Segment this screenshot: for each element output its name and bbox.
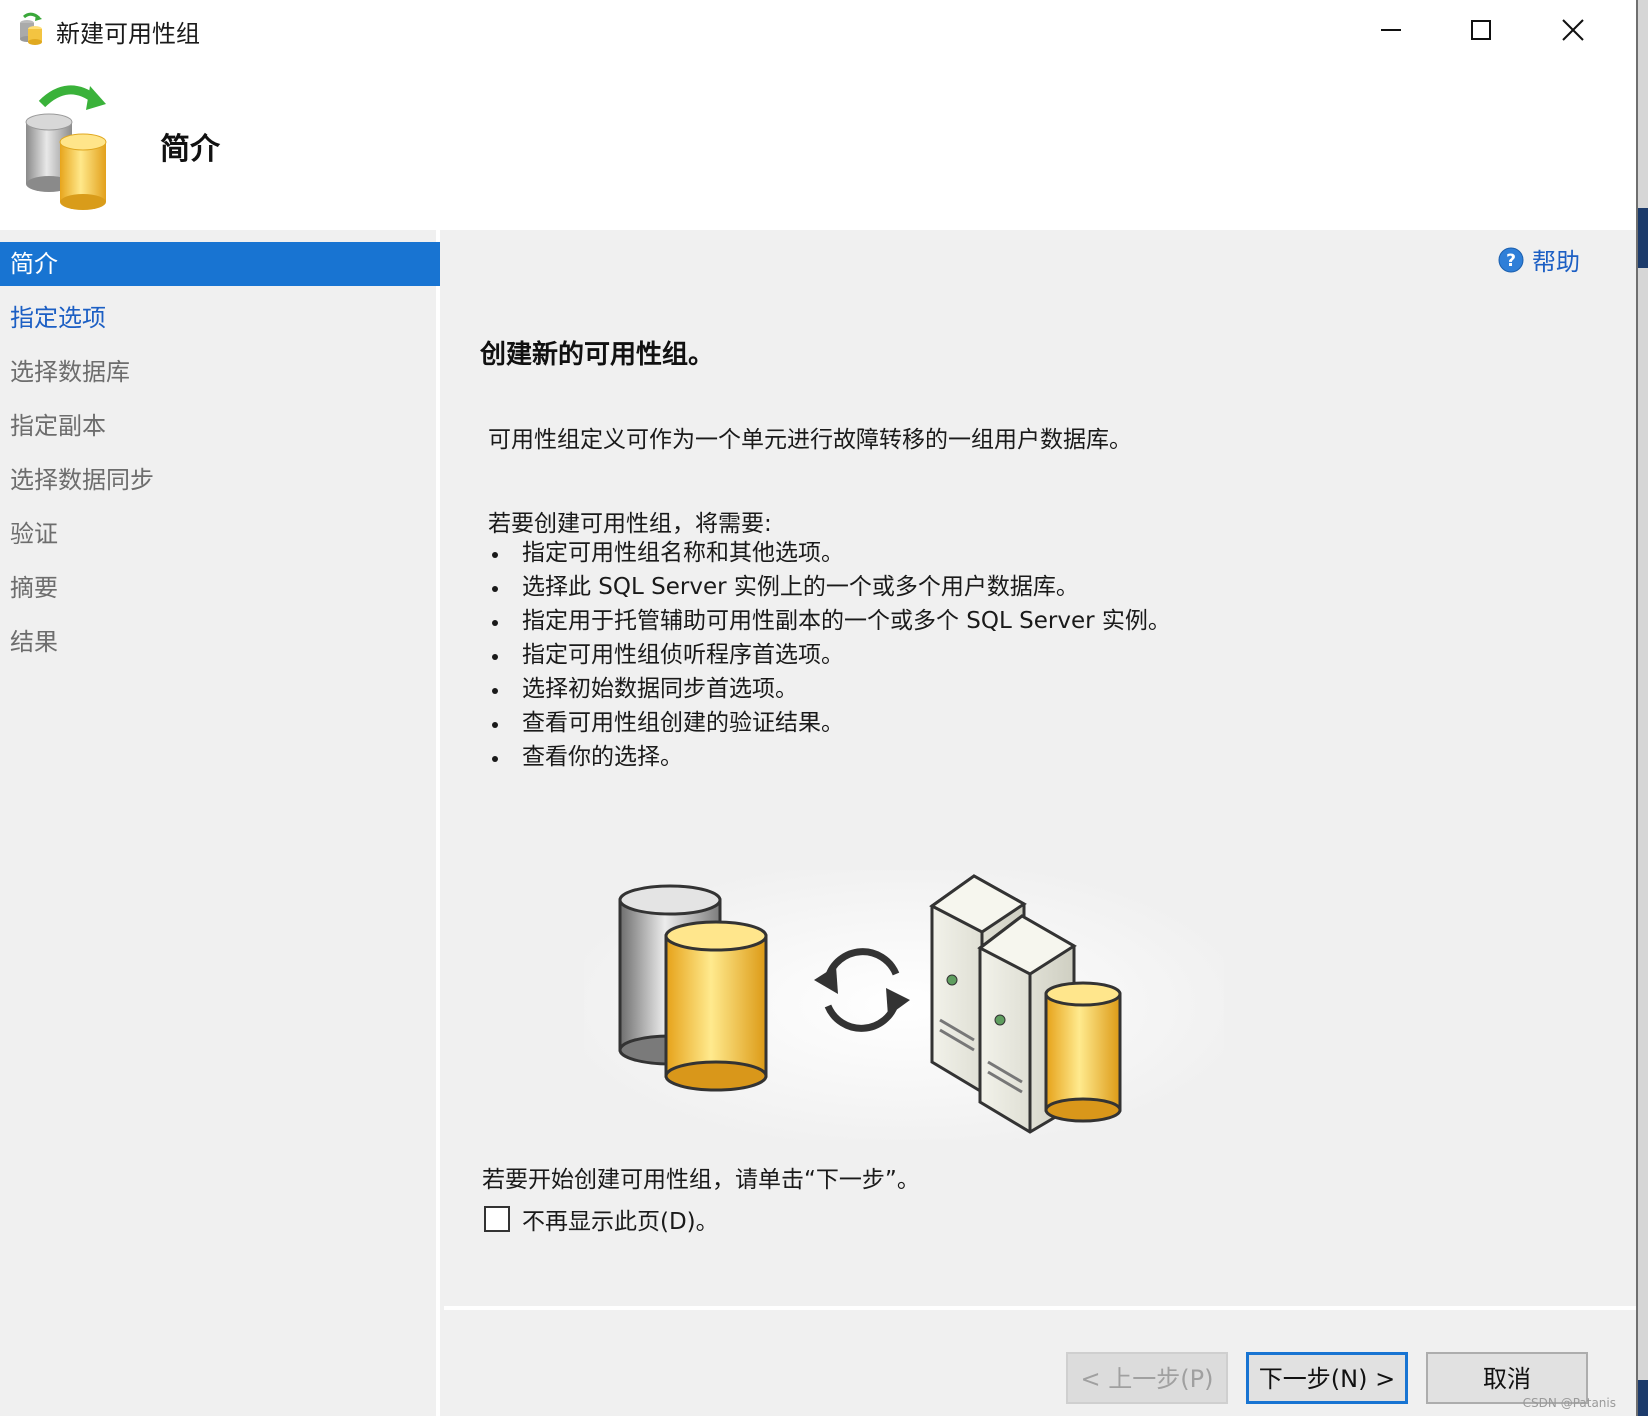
maximize-icon: [1471, 20, 1491, 40]
wizard-footer: < 上一步(P) 下一步(N) > 取消 CSDN @Patanis: [444, 1310, 1636, 1416]
wizard-header: 简介: [0, 62, 1636, 230]
wizard-window: 新建可用性组 简介 简介 指定选项 选择数据库 指定副本 选择数据同步 验证 摘…: [0, 0, 1638, 1416]
availability-illustration: [584, 870, 1224, 1140]
dont-show-again-label[interactable]: 不再显示此页(D)。: [522, 1202, 719, 1236]
description-text: 可用性组定义可作为一个单元进行故障转移的一组用户数据库。: [488, 427, 1132, 453]
list-item: 选择初始数据同步首选项。: [488, 672, 1171, 706]
list-item: 指定可用性组侦听程序首选项。: [488, 638, 1171, 672]
minimize-icon: [1381, 29, 1401, 31]
nav-item-select-databases[interactable]: 选择数据库: [0, 350, 438, 394]
help-icon: ?: [1498, 247, 1524, 272]
minimize-button[interactable]: [1346, 0, 1436, 60]
nav-item-specify-replicas[interactable]: 指定副本: [0, 404, 438, 448]
edge-accent: [1638, 208, 1648, 268]
svg-text:?: ?: [1506, 251, 1516, 271]
nav-item-intro[interactable]: 简介: [0, 242, 440, 286]
database-sync-icon: [25, 85, 107, 210]
start-hint: 若要开始创建可用性组，请单击“下一步”。: [482, 1167, 920, 1193]
list-item: 查看你的选择。: [488, 740, 1171, 774]
close-icon: [1562, 19, 1584, 41]
dont-show-again-checkbox[interactable]: [484, 1206, 510, 1232]
edge-accent: [1638, 1380, 1648, 1416]
list-item: 指定用于托管辅助可用性副本的一个或多个 SQL Server 实例。: [488, 604, 1171, 638]
wizard-nav: 简介 指定选项 选择数据库 指定副本 选择数据同步 验证 摘要 结果: [0, 230, 440, 1416]
requirements-intro: 若要创建可用性组，将需要:: [488, 511, 772, 537]
watermark: CSDN @Patanis: [1522, 1396, 1616, 1410]
list-item: 查看可用性组创建的验证结果。: [488, 706, 1171, 740]
title-bar: 新建可用性组: [0, 0, 1636, 62]
dont-show-again-row[interactable]: 不再显示此页(D)。: [484, 1202, 719, 1236]
availability-group-icon: [20, 12, 42, 45]
requirements-list: 指定可用性组名称和其他选项。 选择此 SQL Server 实例上的一个或多个用…: [488, 536, 1171, 774]
help-label: 帮助: [1532, 248, 1580, 276]
nav-item-specify-options[interactable]: 指定选项: [0, 296, 438, 340]
window-title: 新建可用性组: [56, 20, 200, 48]
close-button[interactable]: [1528, 0, 1618, 60]
nav-item-validation[interactable]: 验证: [0, 512, 438, 556]
section-title: 创建新的可用性组。: [480, 340, 715, 370]
page-title: 简介: [160, 132, 220, 167]
next-button[interactable]: 下一步(N) >: [1246, 1352, 1408, 1404]
list-item: 指定可用性组名称和其他选项。: [488, 536, 1171, 570]
nav-item-data-sync[interactable]: 选择数据同步: [0, 458, 438, 502]
main-content: ? 帮助 创建新的可用性组。 可用性组定义可作为一个单元进行故障转移的一组用户数…: [444, 230, 1636, 1308]
background-window-edge: [1638, 0, 1648, 1416]
list-item: 选择此 SQL Server 实例上的一个或多个用户数据库。: [488, 570, 1171, 604]
nav-item-summary[interactable]: 摘要: [0, 566, 438, 610]
previous-button[interactable]: < 上一步(P): [1066, 1352, 1228, 1404]
help-link[interactable]: ? 帮助: [1498, 242, 1580, 277]
maximize-button[interactable]: [1436, 0, 1526, 60]
nav-item-results[interactable]: 结果: [0, 620, 438, 664]
